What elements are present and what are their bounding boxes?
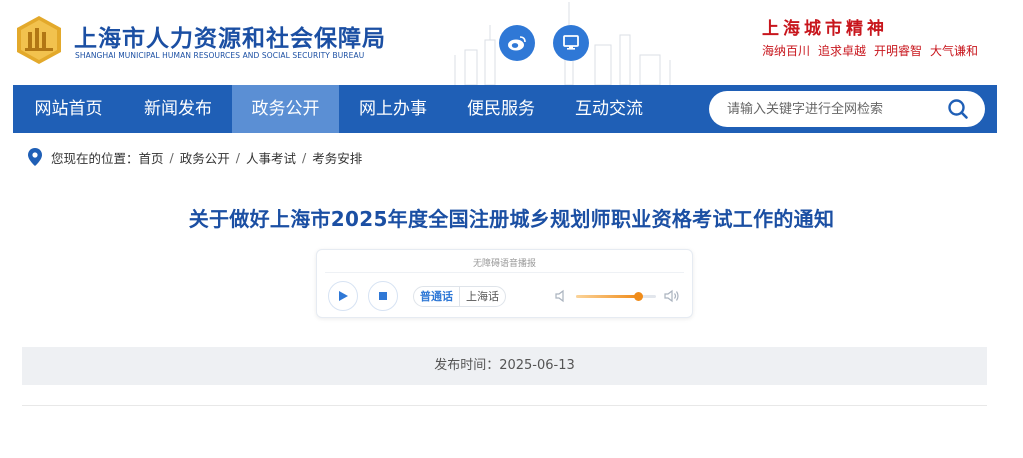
main-nav: 网站首页 新闻发布 政务公开 网上办事 便民服务 互动交流 (13, 85, 997, 133)
nav-item-gov-affairs[interactable]: 政务公开 (232, 85, 339, 133)
nav-item-news[interactable]: 新闻发布 (124, 85, 232, 133)
publish-date: 发布时间：2025-06-13 (22, 347, 987, 385)
weibo-button[interactable] (499, 25, 535, 61)
city-spirit-words: 海纳百川 追求卓越 开明睿智 大气谦和 (762, 42, 986, 59)
bureau-emblem-icon[interactable] (13, 14, 65, 66)
location-pin-icon (28, 148, 42, 166)
org-name-cn[interactable]: 上海市人力资源和社会保障局 (74, 19, 386, 53)
breadcrumb-personnel-exam[interactable]: 人事考试 (246, 148, 296, 167)
breadcrumb-exam-arrangements[interactable]: 考务安排 (312, 148, 362, 167)
volume-slider[interactable] (576, 292, 656, 301)
stop-button[interactable] (368, 281, 398, 311)
player-divider (325, 272, 684, 273)
volume-low-icon[interactable] (554, 289, 568, 303)
city-spirit-title: 上海城市精神 (762, 19, 888, 39)
content-divider (22, 405, 987, 406)
breadcrumb: 您现在的位置： 首页 / 政务公开 / 人事考试 / 考务安排 (28, 147, 362, 167)
search-box (709, 91, 985, 127)
play-button[interactable] (328, 281, 358, 311)
spirit-word: 大气谦和 (930, 44, 979, 58)
volume-slider-handle[interactable] (633, 292, 643, 301)
site-header: 上海市人力资源和社会保障局 SHANGHAI MUNICIPAL HUMAN R… (0, 0, 1023, 85)
breadcrumb-home[interactable]: 首页 (139, 148, 164, 167)
weibo-icon (508, 36, 526, 51)
volume-slider-fill (576, 295, 639, 298)
pc-version-button[interactable] (553, 25, 589, 61)
desktop-icon (563, 35, 579, 50)
stop-icon (379, 292, 387, 300)
breadcrumb-prefix: 您现在的位置： (51, 150, 139, 166)
player-label: 无障碍语音播报 (472, 259, 536, 269)
breadcrumb-separator: / (169, 149, 174, 165)
nav-item-interaction[interactable]: 互动交流 (555, 85, 663, 133)
spirit-word: 开明睿智 (874, 44, 923, 58)
accessibility-audio-player: 无障碍语音播报 普通话 上海话 (316, 249, 693, 318)
play-icon (339, 291, 348, 301)
nav-item-online-services[interactable]: 网上办事 (339, 85, 447, 133)
org-name-en: SHANGHAI MUNICIPAL HUMAN RESOURCES AND S… (75, 51, 365, 60)
breadcrumb-gov-affairs[interactable]: 政务公开 (180, 148, 230, 167)
lang-mandarin-button[interactable]: 普通话 (414, 287, 459, 306)
lang-shanghainese-button[interactable]: 上海话 (459, 287, 505, 306)
spirit-word: 海纳百川 (762, 44, 811, 58)
volume-high-icon[interactable] (664, 288, 680, 304)
search-input[interactable] (727, 91, 947, 127)
breadcrumb-separator: / (235, 149, 240, 165)
language-toggle: 普通话 上海话 (413, 286, 506, 307)
article-title: 关于做好上海市2025年度全国注册城乡规划师职业资格考试工作的通知 (188, 207, 835, 231)
spirit-word: 追求卓越 (818, 44, 867, 58)
search-icon[interactable] (947, 98, 969, 120)
breadcrumb-separator: / (302, 149, 307, 165)
nav-item-public-services[interactable]: 便民服务 (447, 85, 555, 133)
nav-item-home[interactable]: 网站首页 (13, 85, 124, 133)
